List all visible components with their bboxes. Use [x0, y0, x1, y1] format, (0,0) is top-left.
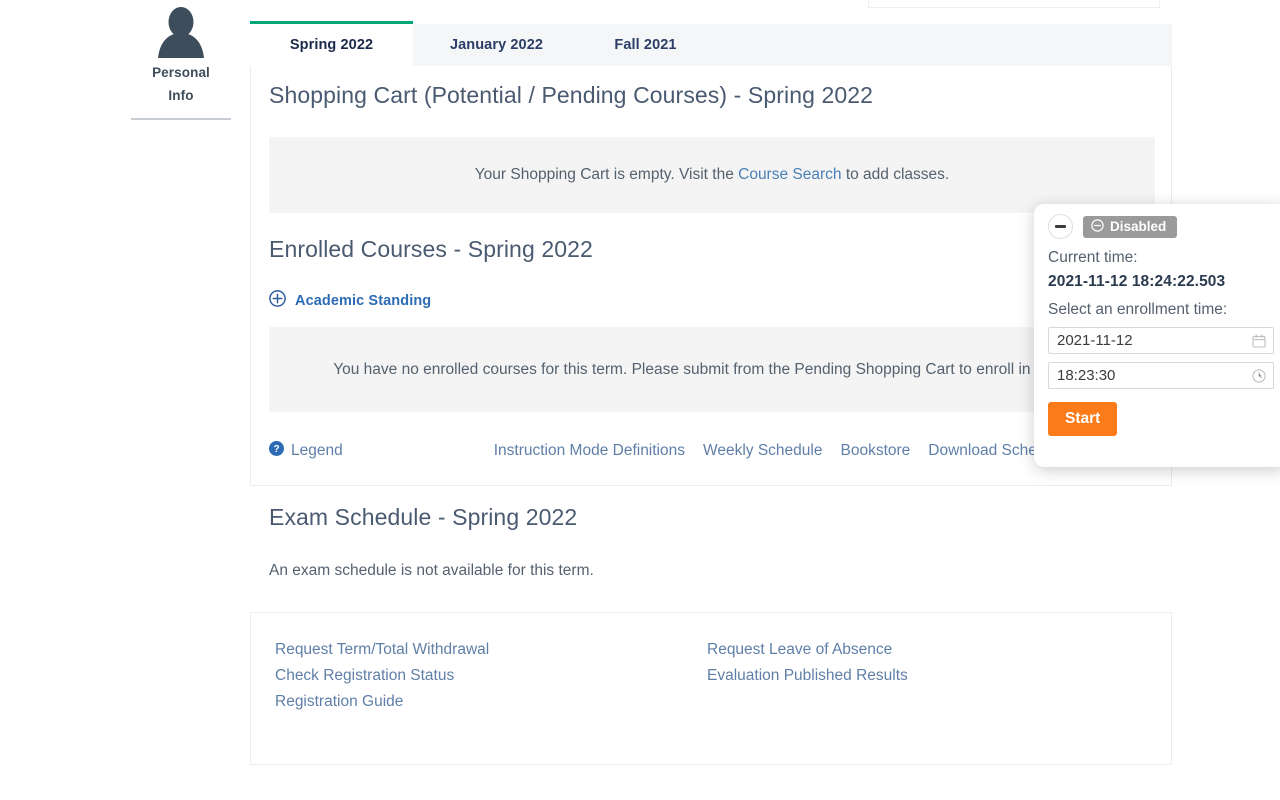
clock-icon[interactable]	[1252, 368, 1266, 383]
exam-schedule-message: An exam schedule is not available for th…	[269, 562, 594, 579]
evaluation-published-results-link[interactable]: Evaluation Published Results	[707, 667, 908, 685]
cart-message-after: to add classes.	[841, 166, 950, 183]
enrolled-courses-empty-message: You have no enrolled courses for this te…	[269, 327, 1155, 412]
start-button[interactable]: Start	[1048, 402, 1118, 436]
exam-schedule-title: Exam Schedule - Spring 2022	[269, 504, 578, 530]
user-avatar-icon	[131, 0, 231, 58]
status-badge: Disabled	[1083, 215, 1178, 238]
card-divider	[251, 485, 1171, 486]
sidebar-item-label-line1: Personal	[152, 65, 210, 80]
current-time-label: Current time:	[1048, 249, 1138, 266]
weekly-schedule-link[interactable]: Weekly Schedule	[703, 442, 822, 460]
current-time-value: 2021-11-12 18:24:22.503	[1048, 273, 1226, 290]
academic-standing-label: Academic Standing	[295, 293, 432, 309]
cart-message-before: Your Shopping Cart is empty. Visit the	[474, 166, 739, 183]
sidebar-item-personal-info[interactable]: Personal Info	[131, 0, 231, 120]
footer-links-column-2: Request Leave of Absence Evaluation Publ…	[707, 641, 908, 685]
request-leave-of-absence-link[interactable]: Request Leave of Absence	[707, 641, 908, 659]
instruction-mode-definitions-link[interactable]: Instruction Mode Definitions	[494, 442, 685, 460]
enrollment-time-input[interactable]	[1049, 363, 1273, 388]
top-panel-fragment	[868, 0, 1160, 8]
term-tabs: Spring 2022 January 2022 Fall 2021	[250, 21, 1172, 66]
tab-label: Fall 2021	[614, 37, 677, 53]
disabled-circle-icon	[1091, 218, 1104, 235]
shopping-cart-empty-message: Your Shopping Cart is empty. Visit the C…	[269, 137, 1155, 213]
calendar-icon[interactable]	[1252, 333, 1266, 348]
legend-links: Instruction Mode Definitions Weekly Sche…	[494, 442, 1066, 460]
footer-links-column-1: Request Term/Total Withdrawal Check Regi…	[275, 641, 489, 711]
tab-january-2022[interactable]: January 2022	[413, 24, 580, 66]
tab-spring-2022[interactable]: Spring 2022	[250, 21, 413, 66]
registration-guide-link[interactable]: Registration Guide	[275, 693, 489, 711]
page-root: Personal Info Spring 2022 January 2022 F…	[0, 0, 1280, 800]
enrollment-date-field[interactable]	[1048, 327, 1274, 354]
svg-text:?: ?	[273, 444, 279, 455]
enrollment-timer-panel: Disabled Current time: 2021-11-12 18:24:…	[1034, 204, 1280, 467]
minimize-button[interactable]	[1048, 214, 1073, 239]
enrollment-time-field[interactable]	[1048, 362, 1274, 389]
panel-header: Disabled	[1048, 214, 1274, 239]
plus-circle-icon	[269, 290, 286, 312]
check-registration-status-link[interactable]: Check Registration Status	[275, 667, 489, 685]
academic-standing-toggle[interactable]: Academic Standing	[269, 290, 431, 312]
tab-label: Spring 2022	[289, 37, 374, 53]
sidebar-item-label-line2: Info	[168, 88, 194, 103]
tab-fall-2021[interactable]: Fall 2021	[580, 24, 711, 66]
request-term-withdrawal-link[interactable]: Request Term/Total Withdrawal	[275, 641, 489, 659]
enrolled-courses-title: Enrolled Courses - Spring 2022	[269, 236, 593, 262]
footer-links-card: Request Term/Total Withdrawal Check Regi…	[250, 612, 1172, 765]
bookstore-link[interactable]: Bookstore	[840, 442, 910, 460]
legend-button[interactable]: ? Legend	[269, 441, 343, 461]
legend-and-links-row: ? Legend Instruction Mode Definitions We…	[269, 441, 1155, 461]
enrollment-date-input[interactable]	[1049, 328, 1273, 353]
course-search-link[interactable]: Course Search	[738, 166, 841, 183]
select-enrollment-time-label: Select an enrollment time:	[1048, 301, 1228, 318]
legend-label: Legend	[291, 442, 343, 459]
enrolled-message-text: You have no enrolled courses for this te…	[333, 360, 1091, 378]
question-circle-icon: ?	[269, 441, 284, 461]
status-badge-label: Disabled	[1110, 219, 1167, 234]
minimize-icon	[1055, 225, 1066, 228]
sidebar-divider	[131, 118, 231, 120]
tab-label: January 2022	[449, 37, 544, 53]
shopping-cart-title: Shopping Cart (Potential / Pending Cours…	[269, 82, 874, 108]
